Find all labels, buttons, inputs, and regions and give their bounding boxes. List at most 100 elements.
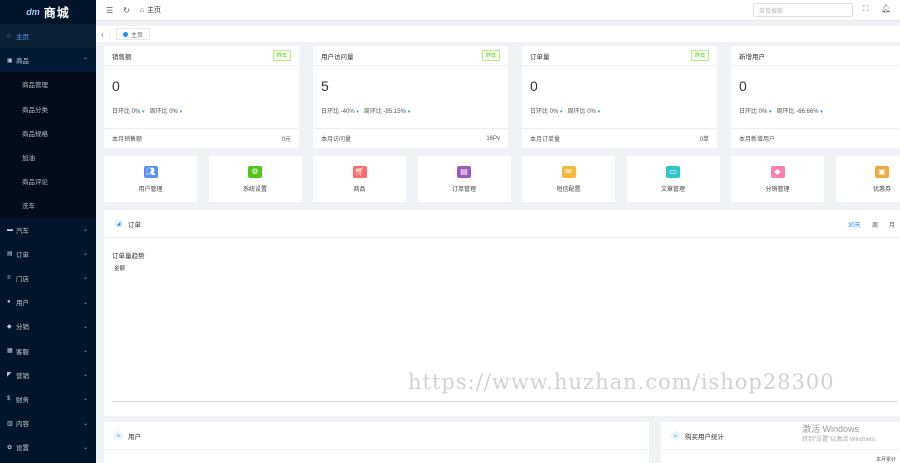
quick-link[interactable]: ⚙ 系统设置 [208,156,302,202]
mail-icon: ✉ [561,165,576,178]
submenu-item-car-wash[interactable]: 洗车 [0,193,96,217]
submenu-item-goods-category[interactable]: 商品分类 [0,97,96,121]
sidebar-item-home[interactable]: ⌂ 主页 [0,24,96,49]
stat-badge: 昨日 [690,50,709,61]
tag-icon: ◆ [770,165,785,178]
chevron-down-icon: ⌄ [82,299,88,306]
stat-badge: 昨日 [272,50,291,61]
sidebar-item-group[interactable]: ◆ 分销 ⌄ [0,314,96,338]
stat-foot-value: 0单 [699,137,709,143]
caret-icon: ▾ [179,109,183,115]
tab-home[interactable]: 主页 [116,28,151,40]
sidebar-item-label: 客服 [16,348,29,356]
quick-link[interactable]: ▭ 文章管理 [626,156,720,202]
quick-link-label: 用户管理 [138,186,163,193]
brand-name: 商城 [43,5,70,20]
logo[interactable]: dm 商城 [0,0,96,24]
sidebar-item-label: 用户 [16,300,29,308]
quick-link[interactable]: ✉ 短信配置 [522,156,615,202]
chevron-down-icon: ⌄ [82,396,88,403]
stat-foot-label: 本月访问量 [321,137,352,143]
sidebar-item-label: 设置 [16,445,29,453]
sidebar-item-group[interactable]: ▥ 内容 ⌄ [0,411,96,435]
day-ratio: 日环比 0% [739,109,768,115]
stat-card: 销售额 昨日 0 日环比 0% ▾ 周环比 0% ▾ 本月销售额 0元 [104,46,299,148]
group-icon: ● [7,299,11,306]
breadcrumb-home[interactable]: 主页 [147,5,161,15]
stat-value: 0 [112,78,120,94]
chart-baseline [112,401,898,402]
caret-icon: ▾ [597,109,601,115]
stat-card: 新增用户昨日 0 日环比 0% ▾ 周环比 -66.66% ▾ 本月新增用户 [731,46,900,148]
stat-card-header: 销售额 昨日 [104,46,299,66]
quick-link[interactable]: ◆ 分销管理 [731,156,824,202]
menu-toggle-icon[interactable]: ☰ [106,6,113,15]
sidebar-item-group[interactable]: ▬ 汽车 ⌄ [0,218,96,242]
quick-link-label: 分销管理 [765,186,790,193]
range-30-days[interactable]: 30天 [848,220,861,229]
stat-card: 用户访问量 昨日 5 日环比 -40% ▾ 周环比 -85.15% ▾ 本月访问量 16P… [313,46,508,148]
search-input[interactable]: 菜单搜索 [753,3,853,17]
sidebar-item-group[interactable]: ✿ 设置 ⌄ [0,435,96,459]
chart-icon: ◢ [114,219,123,228]
sidebar-item-label: 内容 [16,421,29,429]
stat-footer: 本月新增用户 [731,128,900,148]
stat-foot-label: 本月订单量 [530,137,561,143]
breadcrumb: ⌂ 主页 [140,5,161,15]
stat-card-header: 新增用户昨日 [731,46,900,66]
group-icon: ✿ [7,444,13,451]
week-ratio: 周环比 -66.66% [776,109,819,115]
stat-ratios: 日环比 0% ▾ 周环比 -66.66% ▾ [731,106,900,128]
sidebar-item-group[interactable]: ● 用户 ⌄ [0,290,96,314]
quick-link[interactable]: 🛒︎ 商品 [313,156,406,202]
range-week[interactable]: 周 [872,220,878,229]
orders-panel-header: ◢ 订单 [104,210,900,238]
stat-title: 新增用户 [739,53,765,61]
corner-label: 本月累计 [876,457,897,463]
quick-link-label: 短信配置 [556,186,581,193]
quick-link[interactable]: ▤ 订单管理 [417,156,511,202]
quick-link[interactable]: ▣ 优惠券 [835,156,900,202]
clipboard-icon: ▤ [457,165,471,178]
submenu-item-goods-spec[interactable]: 商品规格 [0,121,96,145]
chevron-up-icon: ⌃ [82,57,88,64]
stat-card-header: 订单量 昨日 [522,46,717,66]
sidebar-item-group[interactable]: $ 财务 ⌄ [0,387,96,411]
fullscreen-icon[interactable]: ⛶ [863,4,869,14]
submenu-item-fuel[interactable]: 加油 [0,145,96,169]
stat-foot-label: 本月销售额 [112,137,143,143]
sidebar-item-label: 分销 [16,324,29,332]
group-icon: ◤ [7,372,12,379]
stat-ratios: 日环比 0% ▾ 周环比 0% ▾ [522,106,717,128]
group-icon: ▦ [7,348,13,355]
trend-title: 订单量趋势 [112,253,145,260]
coupon-icon: ▣ [875,165,889,178]
day-ratio: 日环比 -40% [321,109,355,115]
stat-title: 订单量 [530,53,550,61]
stat-title: 销售额 [112,53,132,61]
refresh-icon[interactable]: ↻ [123,6,130,15]
home-icon: ⌂ [139,6,145,14]
chevron-left-icon[interactable]: ‹ [96,29,110,39]
sidebar-item-group[interactable]: ≡ 门店 ⌄ [0,266,96,290]
stat-value: 5 [321,78,329,94]
sidebar-item-goods[interactable]: ▣ 商品 ⌃ [0,48,96,73]
sidebar-item-group[interactable]: ▦ 客服 ⌄ [0,338,96,362]
sidebar-item-label: 门店 [16,275,29,283]
stat-badge: 昨日 [481,50,500,61]
bell-icon[interactable]: 🔔︎ [881,4,891,13]
stat-footer: 本月销售额 0元 [104,128,299,148]
home-icon: ⌂ [7,33,11,40]
stat-ratios: 日环比 -40% ▾ 周环比 -85.15% ▾ [313,106,508,128]
range-month[interactable]: 月 [889,220,895,229]
submenu-item-goods-comments[interactable]: 商品评论 [0,169,96,193]
sidebar-item-group[interactable]: ▤ 订单 ⌄ [0,242,96,266]
quick-link[interactable]: 👥︎ 用户管理 [104,156,197,202]
stat-card-header: 用户访问量 昨日 [313,46,508,66]
sidebar-item-group[interactable]: ◤ 营销 ⌄ [0,363,96,387]
caret-icon: ▾ [560,109,563,115]
top-header: ☰ ↻ ⌂ 主页 菜单搜索 ⛶ 🔔︎ [96,0,900,21]
submenu-item-goods-manage[interactable]: 商品管理 [0,72,96,96]
users-panel-title: 用户 [128,433,141,441]
activation-title: 激活 Windows [802,424,860,434]
